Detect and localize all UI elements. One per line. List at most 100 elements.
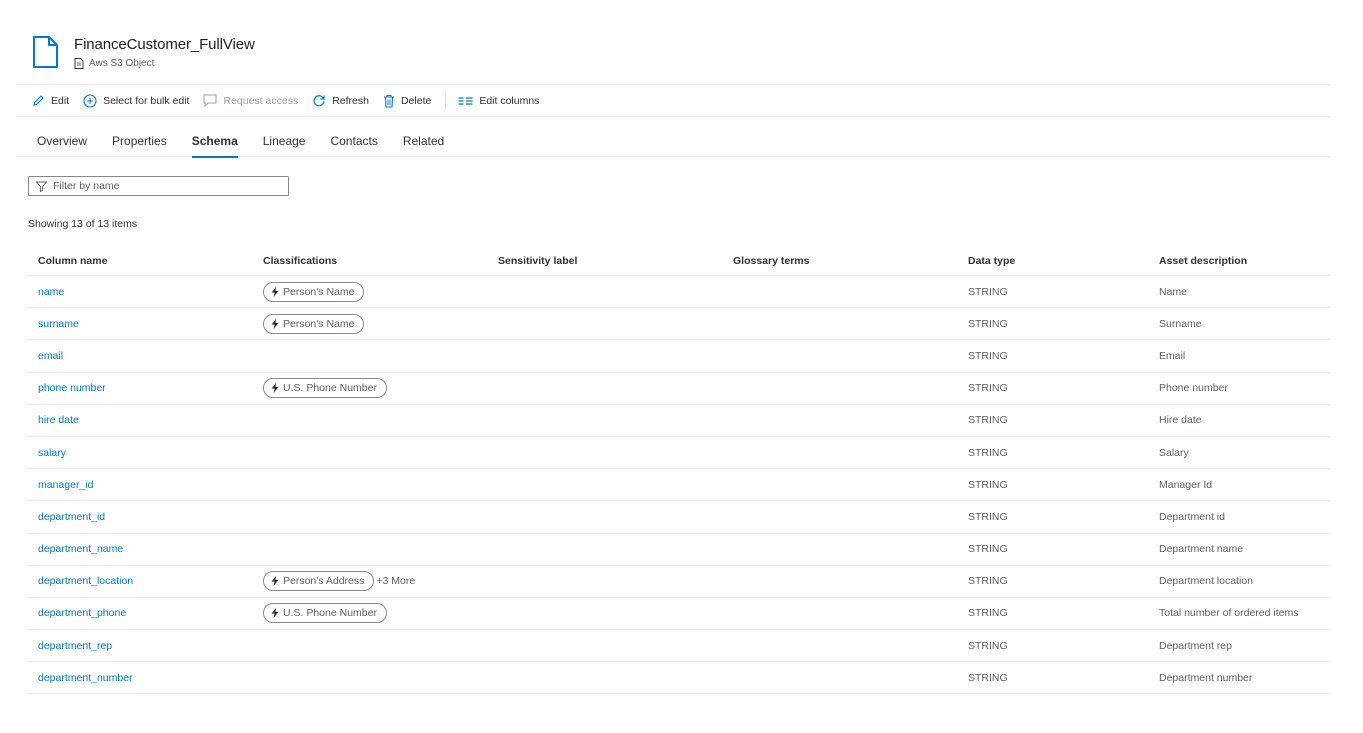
tab-schema[interactable]: Schema	[191, 126, 238, 158]
column-name-link[interactable]: department_rep	[28, 640, 263, 652]
request-access-label: Request access	[223, 94, 299, 107]
header-sensitivity-label[interactable]: Sensitivity label	[498, 255, 733, 267]
asset-header: FinanceCustomer_FullView Aws S3 Object	[32, 36, 255, 76]
filter-icon	[36, 181, 47, 192]
tab-lineage[interactable]: Lineage	[263, 126, 306, 157]
header-data-type[interactable]: Data type	[968, 255, 1159, 267]
request-access-button[interactable]: Request access	[203, 94, 298, 107]
asset-description-cell: Department location	[1159, 575, 1253, 588]
table-row[interactable]: department_location Person's Address +3 Mo…	[28, 566, 1330, 598]
column-name-link[interactable]: salary	[28, 447, 263, 459]
classifications-cell: U.S. Phone Number	[263, 603, 498, 624]
asset-description-cell: Total number of ordered items	[1159, 607, 1299, 620]
trash-icon	[383, 94, 394, 108]
classification-tag[interactable]: Person's Name	[263, 281, 365, 302]
lightning-icon	[271, 576, 279, 587]
data-type-cell: STRING	[968, 446, 1008, 459]
filter-box[interactable]	[28, 176, 289, 196]
classification-tag[interactable]: Person's Address	[263, 571, 375, 592]
table-row[interactable]: salary STRING Salary	[28, 437, 1330, 470]
table-row[interactable]: department_name STRING Department name	[28, 534, 1330, 566]
lightning-icon	[271, 286, 279, 297]
edit-columns-label: Edit columns	[479, 94, 540, 107]
asset-description-cell: Hire date	[1159, 414, 1202, 427]
classifications-cell: Person's Name	[263, 313, 498, 334]
table-row[interactable]: surname Person's Name STRING Surname	[28, 308, 1330, 341]
pencil-icon	[33, 95, 44, 106]
asset-type: Aws S3 Object	[74, 58, 255, 69]
header-classifications[interactable]: Classifications	[263, 255, 498, 267]
tab-related[interactable]: Related	[403, 126, 444, 157]
column-name-link[interactable]: manager_id	[28, 479, 263, 491]
schema-table: Column name Classifications Sensitivity …	[28, 246, 1330, 695]
document-icon	[74, 58, 84, 69]
asset-type-label: Aws S3 Object	[89, 58, 155, 69]
table-row[interactable]: phone number U.S. Phone Number STRING Phone…	[28, 373, 1330, 405]
table-row[interactable]: department_number STRING Department number	[28, 662, 1330, 695]
classification-label: U.S. Phone Number	[283, 382, 377, 395]
edit-columns-button[interactable]: Edit columns	[458, 95, 539, 107]
delete-button[interactable]: Delete	[383, 94, 431, 108]
tab-properties[interactable]: Properties	[112, 126, 167, 157]
column-name-link[interactable]: email	[28, 350, 263, 362]
refresh-button[interactable]: Refresh	[312, 94, 369, 108]
column-name-link[interactable]: department_number	[28, 672, 263, 684]
data-type-cell: STRING	[968, 382, 1008, 395]
classification-label: Person's Name	[283, 285, 355, 298]
data-type-cell: STRING	[968, 349, 1008, 362]
data-type-cell: STRING	[968, 285, 1008, 298]
classifications-cell: U.S. Phone Number	[263, 378, 498, 399]
asset-description-cell: Manager Id	[1159, 478, 1213, 491]
column-name-link[interactable]: name	[28, 286, 263, 298]
lightning-icon	[271, 318, 279, 329]
asset-description-cell: Department number	[1159, 671, 1253, 684]
column-name-link[interactable]: department_name	[28, 543, 263, 555]
table-row[interactable]: hire date STRING Hire date	[28, 405, 1330, 437]
comment-icon	[203, 94, 217, 107]
classification-tag[interactable]: Person's Name	[263, 313, 365, 334]
more-classifications-link[interactable]: +3 More	[376, 575, 415, 587]
asset-description-cell: Department rep	[1159, 639, 1232, 652]
table-body: name Person's Name STRING Name surname Person…	[28, 276, 1330, 695]
command-bar: Edit Select for bulk edit Request access…	[16, 84, 1330, 117]
select-bulk-edit-button[interactable]: Select for bulk edit	[83, 93, 189, 108]
table-row[interactable]: manager_id STRING Manager Id	[28, 469, 1330, 502]
classifications-cell: Person's Address +3 More	[263, 571, 498, 592]
classification-label: Person's Name	[283, 317, 355, 330]
asset-description-cell: Name	[1159, 285, 1188, 298]
asset-description-cell: Email	[1159, 349, 1186, 362]
tab-bar: Overview Properties Schema Lineage Conta…	[16, 126, 1330, 158]
header-glossary-terms[interactable]: Glossary terms	[733, 255, 968, 267]
data-type-cell: STRING	[968, 478, 1008, 491]
classification-tag[interactable]: U.S. Phone Number	[263, 603, 387, 624]
table-row[interactable]: department_phone U.S. Phone Number STRING T…	[28, 598, 1330, 631]
page-title: FinanceCustomer_FullView	[74, 36, 255, 53]
file-icon	[33, 36, 58, 68]
edit-label: Edit	[51, 94, 70, 107]
classification-label: U.S. Phone Number	[283, 607, 377, 620]
header-asset-description[interactable]: Asset description	[1159, 255, 1330, 267]
data-type-cell: STRING	[968, 543, 1008, 556]
table-row[interactable]: department_rep STRING Department rep	[28, 630, 1330, 663]
classification-tag[interactable]: U.S. Phone Number	[263, 378, 387, 399]
tab-overview[interactable]: Overview	[37, 126, 87, 157]
asset-description-cell: Surname	[1159, 317, 1202, 330]
column-name-link[interactable]: department_phone	[28, 607, 263, 619]
filter-input[interactable]	[53, 180, 273, 192]
lightning-icon	[271, 608, 279, 619]
header-column-name[interactable]: Column name	[28, 255, 263, 267]
refresh-label: Refresh	[332, 94, 369, 107]
edit-button[interactable]: Edit	[32, 94, 69, 107]
table-row[interactable]: department_id STRING Department id	[28, 501, 1330, 534]
column-name-link[interactable]: phone number	[28, 382, 263, 394]
asset-description-cell: Department id	[1159, 510, 1225, 523]
column-name-link[interactable]: hire date	[28, 414, 263, 426]
asset-description-cell: Phone number	[1159, 382, 1228, 395]
tab-contacts[interactable]: Contacts	[330, 126, 377, 157]
data-type-cell: STRING	[968, 607, 1008, 620]
column-name-link[interactable]: department_location	[28, 575, 263, 587]
table-row[interactable]: name Person's Name STRING Name	[28, 276, 1330, 309]
column-name-link[interactable]: surname	[28, 318, 263, 330]
column-name-link[interactable]: department_id	[28, 511, 263, 523]
table-row[interactable]: email STRING Email	[28, 340, 1330, 373]
